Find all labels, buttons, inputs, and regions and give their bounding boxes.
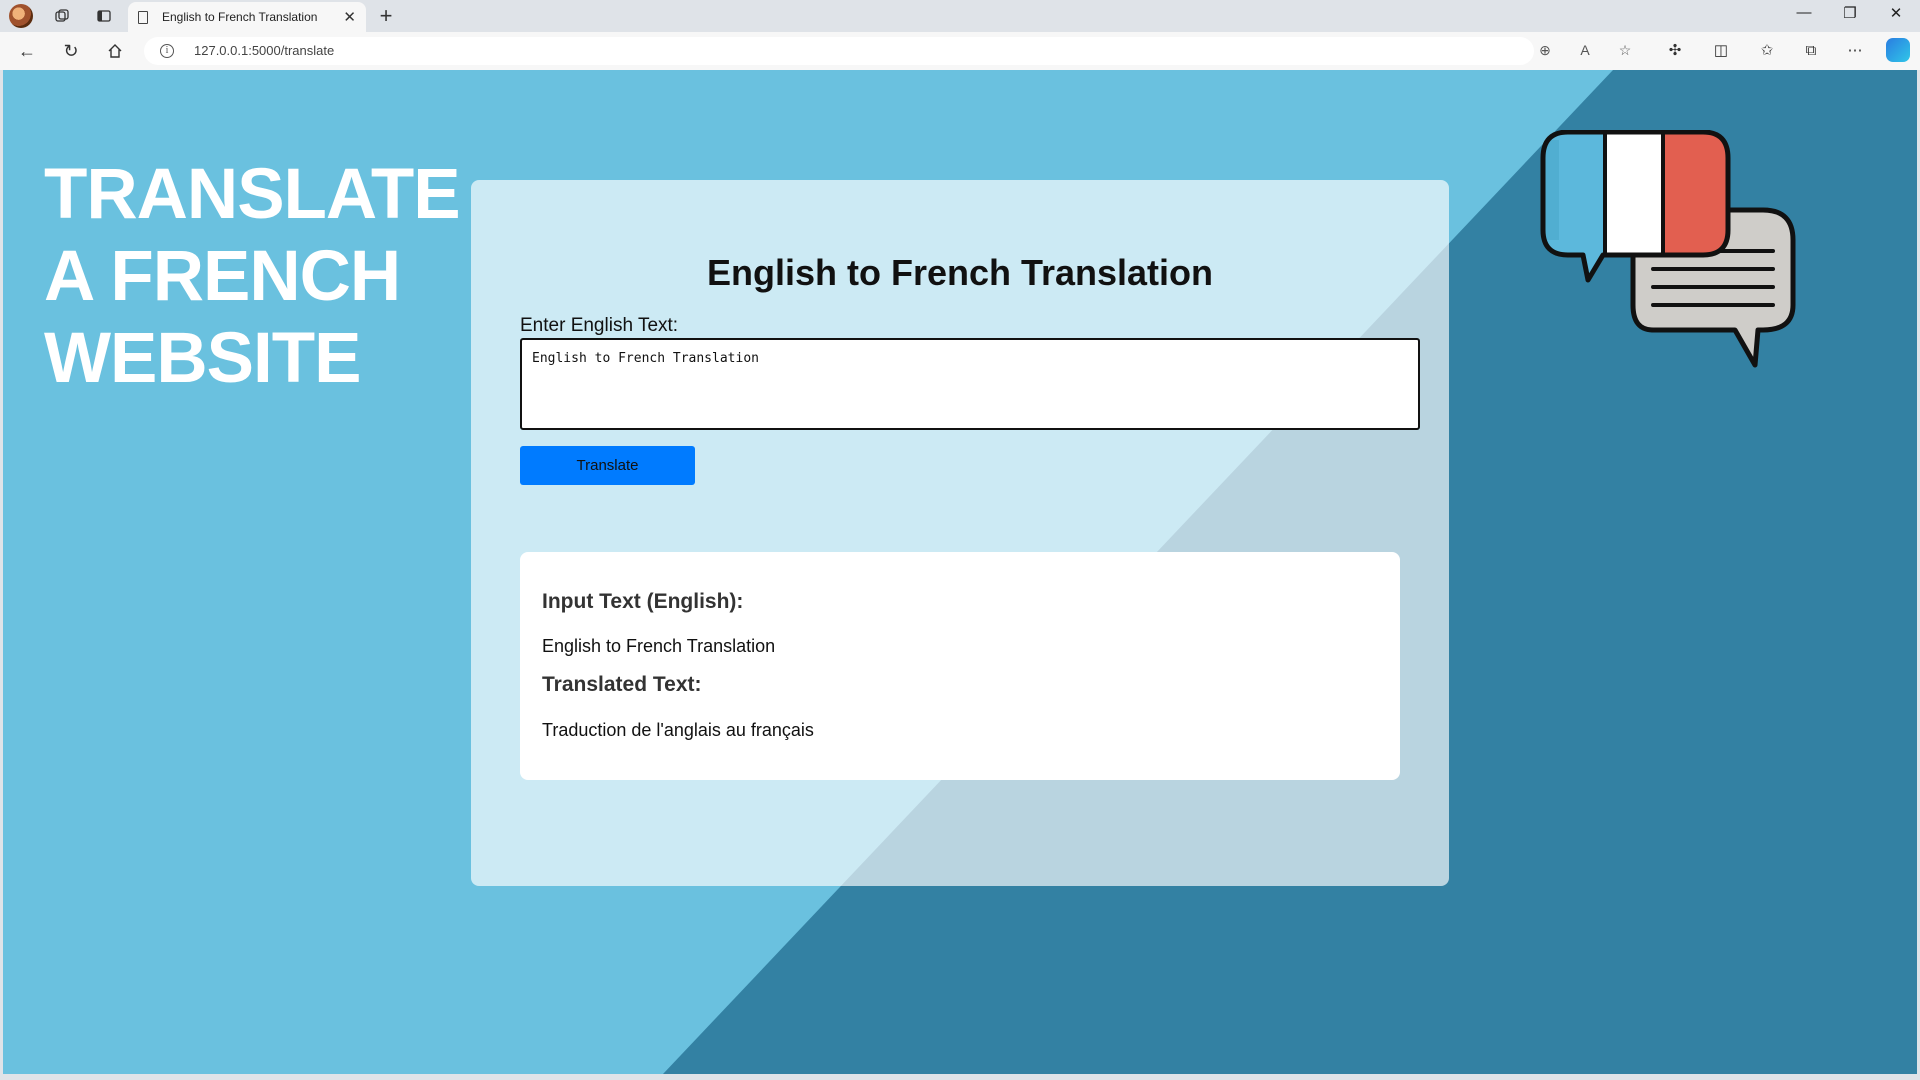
input-text-heading: Input Text (English): (542, 590, 744, 613)
chat-bubbles-icon (1540, 130, 1796, 368)
zoom-icon[interactable]: ⊕ (1534, 42, 1556, 60)
split-screen-icon[interactable]: ◫ (1708, 40, 1734, 62)
restore-button[interactable]: ❐ (1830, 4, 1870, 28)
tab-actions-icon[interactable] (92, 6, 116, 26)
close-tab-icon[interactable]: ✕ (343, 8, 356, 26)
info-icon[interactable]: i (160, 44, 174, 58)
close-window-button[interactable]: ✕ (1876, 4, 1916, 28)
favorites-icon[interactable]: ✩ (1754, 40, 1780, 62)
card-title: English to French Translation (706, 252, 1214, 293)
translated-text-heading: Translated Text: (542, 673, 702, 696)
input-text-value: English to French Translation (542, 636, 776, 656)
url-text: 127.0.0.1:5000/translate (194, 43, 335, 58)
tab-active[interactable]: English to French Translation ✕ (128, 2, 366, 32)
headline-line-2: A FRENCH (44, 237, 401, 316)
refresh-icon[interactable]: ↻ (58, 39, 84, 63)
back-icon[interactable]: ← (14, 39, 40, 63)
english-text-input[interactable]: English to French Translation (520, 338, 1420, 430)
profile-avatar[interactable] (9, 4, 33, 28)
workspaces-icon[interactable] (50, 6, 74, 26)
favorite-star-icon[interactable]: ☆ (1614, 42, 1636, 60)
address-toolbar: ← ↻ i 127.0.0.1:5000/translate ⊕ A ☆ ✣ ◫… (0, 32, 1920, 70)
headline-line-3: WEBSITE (44, 319, 361, 398)
read-aloud-icon[interactable]: A (1574, 42, 1596, 60)
copilot-icon[interactable] (1886, 38, 1910, 62)
translation-card: English to French Translation Enter Engl… (471, 180, 1449, 886)
result-panel: Input Text (English): English to French … (520, 552, 1400, 780)
home-icon[interactable] (102, 39, 128, 63)
headline-line-1: TRANSLATE (44, 155, 461, 234)
page-viewport: TRANSLATE A FRENCH WEBSITE English to Fr… (3, 70, 1917, 1074)
document-icon (138, 10, 148, 24)
more-icon[interactable]: ⋯ (1842, 40, 1868, 62)
collections-icon[interactable]: ⧉ (1798, 40, 1824, 62)
translated-text-value: Traduction de l'anglais au français (542, 720, 814, 740)
minimize-button[interactable]: — (1784, 4, 1824, 28)
tab-bar: English to French Translation ✕ + — ❐ ✕ (0, 0, 1920, 32)
address-bar[interactable]: i 127.0.0.1:5000/translate ⊕ A ☆ (144, 37, 1631, 65)
extensions-icon[interactable]: ✣ (1662, 40, 1688, 62)
input-label: Enter English Text: (520, 315, 679, 336)
translate-button[interactable]: Translate (520, 446, 695, 485)
tab-title: English to French Translation (162, 10, 318, 24)
new-tab-button[interactable]: + (374, 3, 398, 29)
hero-headline: TRANSLATE A FRENCH WEBSITE (44, 154, 461, 400)
